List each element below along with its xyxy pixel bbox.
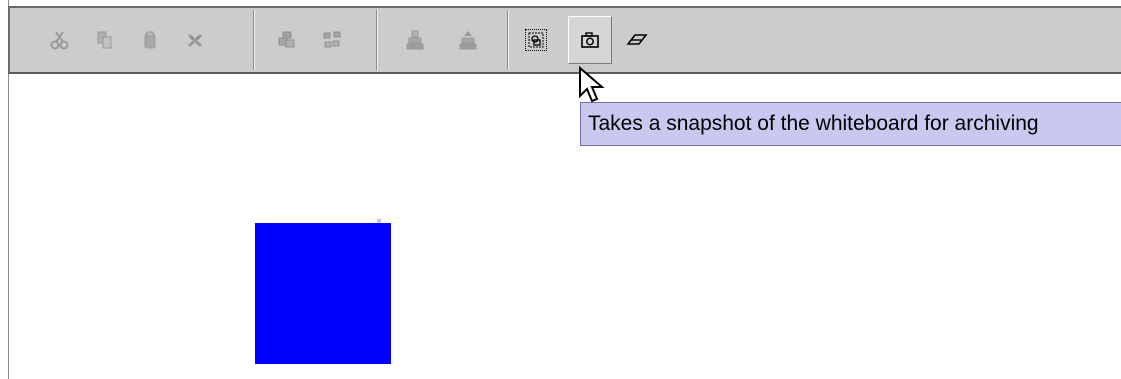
copy-icon (94, 29, 116, 51)
delete-button[interactable] (173, 16, 217, 64)
bring-to-front-button[interactable] (446, 16, 490, 64)
snapshot-button[interactable] (568, 16, 612, 64)
select-all-button[interactable] (514, 16, 558, 64)
cut-icon (49, 29, 71, 51)
toolbar-separator (376, 10, 378, 70)
ungroup-icon (321, 29, 343, 51)
send-to-back-icon (404, 29, 426, 51)
group-button[interactable] (265, 16, 309, 64)
send-to-back-button[interactable] (393, 16, 437, 64)
tooltip-text: Takes a snapshot of the whiteboard for a… (588, 112, 1039, 135)
focus-ring (525, 29, 547, 51)
eraser-icon (626, 32, 648, 48)
whiteboard-toolbar (8, 6, 1121, 74)
paste-icon (139, 29, 161, 51)
mouse-pointer-icon (578, 65, 608, 106)
snapshot-tooltip: Takes a snapshot of the whiteboard for a… (580, 102, 1121, 146)
eraser-button[interactable] (615, 16, 659, 64)
cut-button[interactable] (38, 16, 82, 64)
blue-rectangle-shape[interactable] (255, 223, 391, 364)
snapshot-camera-icon (580, 31, 600, 49)
group-icon (276, 29, 298, 51)
copy-button[interactable] (83, 16, 127, 64)
bring-to-front-icon (457, 29, 479, 51)
toolbar-separator (253, 10, 255, 70)
paste-button[interactable] (128, 16, 172, 64)
delete-icon (184, 29, 206, 51)
selection-handle[interactable] (377, 219, 381, 223)
toolbar-separator (507, 10, 509, 70)
ungroup-button[interactable] (310, 16, 354, 64)
